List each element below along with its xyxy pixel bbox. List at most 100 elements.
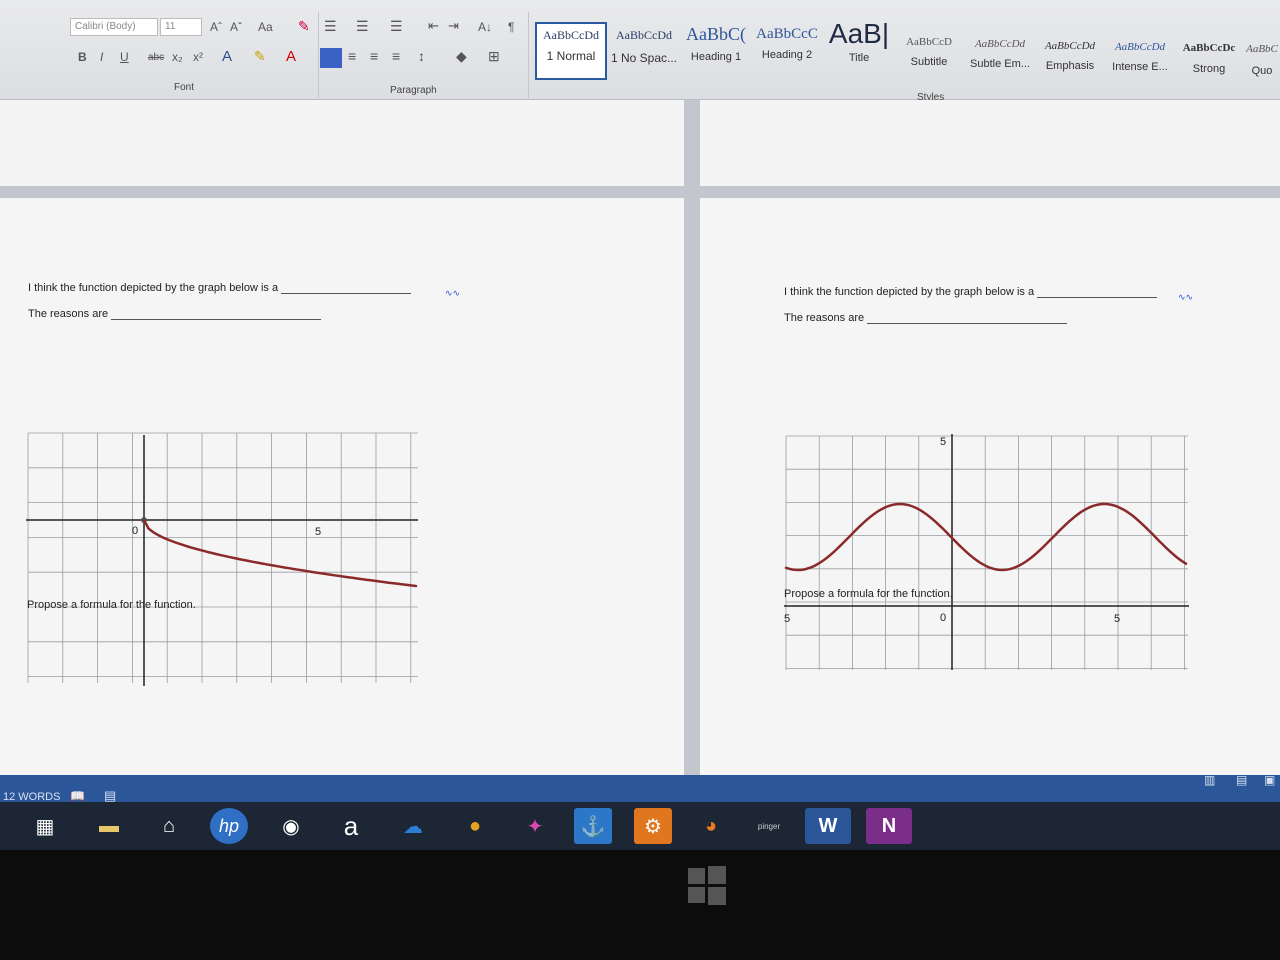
windows-logo-icon xyxy=(688,866,726,905)
dock-icon[interactable]: ⚓ xyxy=(574,808,612,844)
style-name: 1 No Spac... xyxy=(610,51,678,65)
onenote-icon[interactable]: N xyxy=(866,808,912,844)
align-left-button[interactable] xyxy=(320,48,342,68)
answer-blank[interactable] xyxy=(1037,297,1158,298)
pinger-icon[interactable]: pinger xyxy=(750,808,788,844)
shrink-font-button[interactable]: Aˇ xyxy=(230,20,242,34)
style-preview: AaBbCcDc xyxy=(1182,42,1236,54)
clear-format-icon[interactable]: ✎ xyxy=(298,18,310,35)
paragraph-group-label: Paragraph xyxy=(390,85,437,96)
subscript-button[interactable]: x₂ xyxy=(172,50,183,64)
style-name: Strong xyxy=(1192,63,1226,75)
chrome-icon[interactable]: ● xyxy=(456,808,494,844)
previous-page-bottom-left xyxy=(0,100,684,186)
underline-button[interactable]: U xyxy=(120,50,129,64)
show-marks-button[interactable]: ¶ xyxy=(508,20,514,34)
page-1[interactable]: I think the function depicted by the gra… xyxy=(0,198,684,775)
change-case-button[interactable]: Aa xyxy=(258,20,273,34)
amazon-icon[interactable]: a xyxy=(332,808,370,844)
style-quote[interactable]: AaBbC Quo xyxy=(1244,22,1280,80)
style-name: Subtle Em... xyxy=(970,58,1030,70)
previous-page-bottom-right xyxy=(700,100,1280,186)
print-layout-icon[interactable]: ▤ xyxy=(1236,773,1247,787)
x-tick-label: 5 xyxy=(315,526,321,538)
web-layout-icon[interactable]: ▣ xyxy=(1264,773,1275,787)
read-mode-icon[interactable]: ▥ xyxy=(1204,773,1215,787)
decrease-indent-icon[interactable]: ⇤ xyxy=(428,18,439,34)
file-explorer-icon[interactable]: ▬ xyxy=(90,808,128,844)
font-name-box[interactable]: Calibri (Body) xyxy=(70,18,158,36)
shading-icon[interactable]: ◆ xyxy=(456,48,467,65)
style-preview: AaB| xyxy=(828,18,890,49)
graph-2: 0 5 5 5 xyxy=(784,434,1189,670)
style-title[interactable]: AaB| Title xyxy=(825,18,893,80)
x-tick-label-right: 5 xyxy=(1114,613,1120,625)
multilevel-list-icon[interactable]: ☰ xyxy=(390,18,403,35)
media-icon[interactable]: ◉ xyxy=(272,808,310,844)
borders-icon[interactable]: ⊞ xyxy=(488,48,500,65)
highlight-icon[interactable]: ✎ xyxy=(254,48,266,65)
style-subtitle[interactable]: AaBbCcD Subtitle xyxy=(897,22,961,80)
graph-1: 0 5 xyxy=(26,432,418,686)
puzzle-icon[interactable]: ✦ xyxy=(516,808,554,844)
proofing-icon[interactable]: 📖 xyxy=(70,789,85,803)
graph-grid xyxy=(27,432,418,683)
font-group-label: Font xyxy=(174,82,195,93)
align-center-icon[interactable]: ≡ xyxy=(348,48,356,64)
style-name: Emphasis xyxy=(1045,60,1095,72)
grow-font-button[interactable]: Aˆ xyxy=(210,20,222,34)
style-name: Quo xyxy=(1251,65,1273,77)
style-emphasis[interactable]: AaBbCcDd Emphasis xyxy=(1037,22,1103,80)
hp-icon[interactable]: hp xyxy=(210,808,248,844)
style-preview: AaBbCcDd xyxy=(543,28,599,42)
style-preview: AaBbC( xyxy=(686,24,746,44)
document-area[interactable]: I think the function depicted by the gra… xyxy=(0,100,1280,775)
style-name: 1 Normal xyxy=(546,49,596,63)
ribbon: Calibri (Body) 11 Aˆ Aˇ Aa ✎ ☰ ☰ ☰ ⇤ ⇥ A… xyxy=(0,0,1280,103)
style-intense-emphasis[interactable]: AaBbCcDd Intense E... xyxy=(1107,22,1173,80)
style-preview: AaBbC xyxy=(1246,43,1278,55)
bullets-icon[interactable]: ☰ xyxy=(324,18,337,35)
style-name: Subtitle xyxy=(910,56,948,68)
firefox-icon[interactable]: ◕ xyxy=(692,808,730,844)
increase-indent-icon[interactable]: ⇥ xyxy=(448,18,459,34)
font-size-box[interactable]: 11 xyxy=(160,18,202,36)
italic-button[interactable]: I xyxy=(100,50,103,64)
reasons-line: The reasons are xyxy=(28,308,322,320)
answer-blank[interactable] xyxy=(281,293,412,294)
line-spacing-icon[interactable]: ↕ xyxy=(418,48,425,64)
settings-icon[interactable]: ⚙ xyxy=(634,808,672,844)
style-no-spacing[interactable]: AaBbCcDd 1 No Spac... xyxy=(609,22,679,80)
ribbon-separator xyxy=(318,12,319,98)
onedrive-icon[interactable]: ☁ xyxy=(394,808,432,844)
sort-button[interactable]: A↓ xyxy=(478,20,492,34)
justify-icon[interactable]: ≡ xyxy=(392,48,400,64)
font-color-icon[interactable]: A xyxy=(286,48,296,65)
superscript-button[interactable]: x² xyxy=(193,50,203,64)
style-preview: AaBbCcDd xyxy=(616,28,672,42)
origin-label: 0 xyxy=(132,525,138,537)
function-curve xyxy=(142,518,418,588)
style-heading-1[interactable]: AaBbC( Heading 1 xyxy=(683,22,749,80)
store-icon[interactable]: ▦ xyxy=(26,808,64,844)
style-heading-2[interactable]: AaBbCcC Heading 2 xyxy=(753,22,821,80)
bold-button[interactable]: B xyxy=(78,50,87,64)
style-subtle-emphasis[interactable]: AaBbCcDd Subtle Em... xyxy=(966,22,1034,80)
home-icon[interactable]: ⌂ xyxy=(150,808,188,844)
word-icon[interactable]: W xyxy=(805,808,851,844)
page-2[interactable]: I think the function depicted by the gra… xyxy=(700,198,1280,775)
spellcheck-squiggle: ∿∿ xyxy=(1178,292,1194,302)
y-tick-label-top: 5 xyxy=(940,436,946,448)
numbering-icon[interactable]: ☰ xyxy=(356,18,369,35)
text-effects-icon[interactable]: A xyxy=(222,48,232,65)
style-normal[interactable]: AaBbCcDd 1 Normal xyxy=(535,22,607,80)
style-name: Heading 2 xyxy=(761,49,813,61)
reasons-blank[interactable] xyxy=(867,323,1068,324)
screen: Calibri (Body) 11 Aˆ Aˇ Aa ✎ ☰ ☰ ☰ ⇤ ⇥ A… xyxy=(0,0,1280,960)
align-right-icon[interactable]: ≡ xyxy=(370,48,378,64)
style-strong[interactable]: AaBbCcDc Strong xyxy=(1176,22,1242,80)
reasons-blank[interactable] xyxy=(111,319,322,320)
strikethrough-button[interactable]: abc xyxy=(148,52,164,63)
device-bezel xyxy=(0,850,1280,960)
reasons-line: The reasons are xyxy=(784,312,1068,324)
